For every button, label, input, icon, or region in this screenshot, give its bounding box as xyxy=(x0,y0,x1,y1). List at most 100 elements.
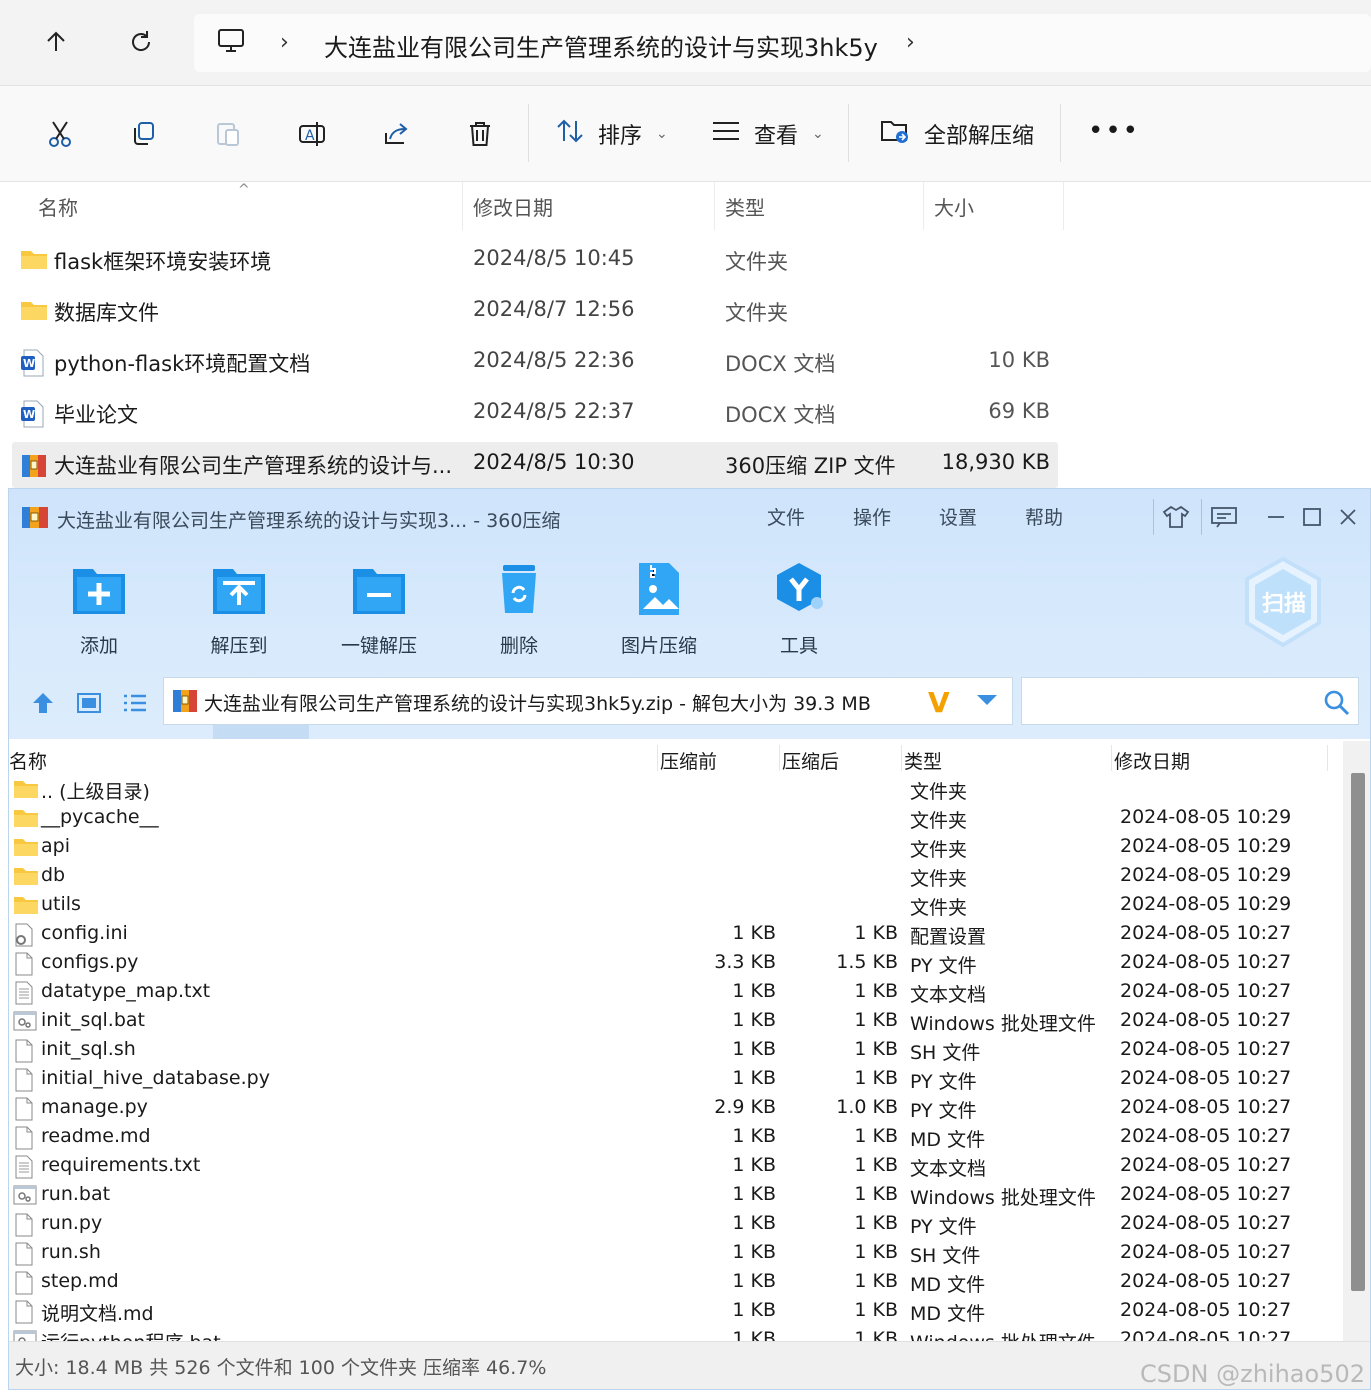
zip-file-name: datatype_map.txt xyxy=(41,980,211,1002)
breadcrumb-chevron-icon[interactable]: › xyxy=(280,30,289,55)
zip-file-row[interactable]: 说明文档.md 1 KB 1 KB MD 文件 2024-08-05 10:27 xyxy=(9,1297,1343,1326)
sort-ascending-icon: ^ xyxy=(238,182,250,198)
zip-file-type: Windows 批处理文件 xyxy=(910,1013,1096,1035)
file-row[interactable]: 数据库文件 2024/8/7 12:56 文件夹 xyxy=(12,289,1058,335)
toolbar-separator xyxy=(1060,104,1061,162)
zip-file-row[interactable]: run.py 1 KB 1 KB PY 文件 2024-08-05 10:27 xyxy=(9,1210,1343,1239)
zip-file-row[interactable]: manage.py 2.9 KB 1.0 KB PY 文件 2024-08-05 10:… xyxy=(9,1094,1343,1123)
zip-file-type: 配置设置 xyxy=(910,926,987,948)
sort-dropdown[interactable]: 排序 ⌄ xyxy=(556,116,668,152)
column-divider[interactable] xyxy=(462,182,463,230)
zip-file-size-before: 1 KB xyxy=(732,1212,776,1234)
zip-file-size-after: 1 KB xyxy=(854,1009,898,1031)
refresh-icon[interactable] xyxy=(121,22,161,62)
zip-file-type: PY 文件 xyxy=(910,1071,977,1093)
zip-file-size-after: 1 KB xyxy=(854,1241,898,1263)
zip-file-size-after: 1 KB xyxy=(854,1212,898,1234)
column-name[interactable]: 名称 xyxy=(38,192,78,221)
file-size: 10 KB xyxy=(988,348,1050,372)
zip-file-name: 运行python程序.bat xyxy=(41,1328,221,1341)
folder-icon xyxy=(20,247,48,275)
zip-file-name: run.bat xyxy=(41,1183,111,1205)
zip-file-row[interactable]: init_sql.bat 1 KB 1 KB Windows 批处理文件 2024-08… xyxy=(9,1007,1343,1036)
zip-file-size-before: 1 KB xyxy=(732,1241,776,1263)
rename-icon[interactable]: A xyxy=(292,114,332,154)
vertical-scrollbar[interactable] xyxy=(1343,741,1370,1341)
more-options-icon[interactable]: ••• xyxy=(1088,116,1140,146)
view-dropdown[interactable]: 查看 ⌄ xyxy=(712,116,824,152)
zip-file-size-after: 1 KB xyxy=(854,1067,898,1089)
zip-file-row[interactable]: utils 文件夹 2024-08-05 10:29 xyxy=(9,891,1343,920)
zip-file-row[interactable]: requirements.txt 1 KB 1 KB 文本文档 2024-08-05 1… xyxy=(9,1152,1343,1181)
zip-file-size-before: 2.9 KB xyxy=(714,1096,776,1118)
column-divider[interactable] xyxy=(1063,182,1064,230)
column-modified[interactable]: 修改日期 xyxy=(473,192,553,221)
zip-file-row[interactable]: readme.md 1 KB 1 KB MD 文件 2024-08-05 10:27 xyxy=(9,1123,1343,1152)
zip-file-row[interactable]: .. (上级目录) 文件夹 xyxy=(9,775,1343,804)
zip-file-row[interactable]: 运行python程序.bat 1 KB 1 KB Windows 批处理文件 2024-… xyxy=(9,1326,1343,1341)
zip-file-type: MD 文件 xyxy=(910,1129,986,1151)
breadcrumb-chevron-icon[interactable]: › xyxy=(906,30,915,55)
zip-file-row[interactable]: run.bat 1 KB 1 KB Windows 批处理文件 2024-08-05 1… xyxy=(9,1181,1343,1210)
zip-file-name: init_sql.bat xyxy=(41,1009,145,1031)
zip-file-name: manage.py xyxy=(41,1096,148,1118)
paste-icon[interactable] xyxy=(208,114,248,154)
file-name: 数据库文件 xyxy=(54,301,159,325)
zip-file-size-after: 1 KB xyxy=(854,1038,898,1060)
file-icon xyxy=(13,1097,35,1125)
zip-file-size-before: 1 KB xyxy=(732,1154,776,1176)
zip-file-modified: 2024-08-05 10:27 xyxy=(1120,1125,1292,1147)
zip-file-modified: 2024-08-05 10:27 xyxy=(1120,1154,1292,1176)
column-size[interactable]: 大小 xyxy=(934,192,974,221)
zip-file-row[interactable]: run.sh 1 KB 1 KB SH 文件 2024-08-05 10:27 xyxy=(9,1239,1343,1268)
breadcrumb-folder[interactable]: 大连盐业有限公司生产管理系统的设计与实现3hk5y xyxy=(324,28,878,63)
zip-file-row[interactable]: configs.py 3.3 KB 1.5 KB PY 文件 2024-08-05 10… xyxy=(9,949,1343,978)
zip-file-type: PY 文件 xyxy=(910,955,977,977)
zip-file-type: 文件夹 xyxy=(910,781,968,803)
extract-all-button[interactable]: 全部解压缩 xyxy=(880,116,1034,152)
zip-file-row[interactable]: config.ini 1 KB 1 KB 配置设置 2024-08-05 10:27 xyxy=(9,920,1343,949)
batch-file-icon xyxy=(13,1010,37,1036)
zip-file-modified: 2024-08-05 10:29 xyxy=(1120,806,1292,828)
column-type[interactable]: 类型 xyxy=(725,192,765,221)
zip-file-row[interactable]: step.md 1 KB 1 KB MD 文件 2024-08-05 10:27 xyxy=(9,1268,1343,1297)
column-divider[interactable] xyxy=(714,182,715,230)
zip-file-modified: 2024-08-05 10:29 xyxy=(1120,893,1292,915)
zip-file-name: run.py xyxy=(41,1212,103,1234)
zip-file-modified: 2024-08-05 10:27 xyxy=(1120,1328,1292,1341)
sort-label: 排序 xyxy=(598,124,643,149)
file-row[interactable]: W 毕业论文 2024/8/5 22:37 DOCX 文档 69 KB xyxy=(12,391,1058,437)
zip-file-row[interactable]: datatype_map.txt 1 KB 1 KB 文本文档 2024-08-05 1… xyxy=(9,978,1343,1007)
zip-file-row[interactable]: initial_hive_database.py 1 KB 1 KB PY 文件 202… xyxy=(9,1065,1343,1094)
text-file-icon xyxy=(13,1155,35,1183)
zip-file-name: configs.py xyxy=(41,951,139,973)
cut-icon[interactable] xyxy=(40,114,80,154)
zip-file-modified: 2024-08-05 10:27 xyxy=(1120,1212,1292,1234)
file-name: 大连盐业有限公司生产管理系统的设计与... xyxy=(54,454,453,478)
explorer-nav-bar: › 大连盐业有限公司生产管理系统的设计与实现3hk5y › xyxy=(0,0,1371,86)
file-row-selected[interactable]: 大连盐业有限公司生产管理系统的设计与... 2024/8/5 10:30 360… xyxy=(12,442,1058,488)
copy-icon[interactable] xyxy=(124,114,164,154)
zip-file-row[interactable]: __pycache__ 文件夹 2024-08-05 10:29 xyxy=(9,804,1343,833)
zip-file-list: .. (上级目录) 文件夹 __pycache__ 文件夹 2024-08-05 10:… xyxy=(9,489,1343,1341)
watermark: CSDN @zhihao502 xyxy=(1140,1360,1365,1388)
zip-file-size-after: 1 KB xyxy=(854,1328,898,1341)
this-pc-icon[interactable] xyxy=(216,26,246,60)
zip-archive-icon xyxy=(20,451,48,483)
address-bar[interactable]: › 大连盐业有限公司生产管理系统的设计与实现3hk5y › xyxy=(194,14,1371,72)
zip-file-row[interactable]: db 文件夹 2024-08-05 10:29 xyxy=(9,862,1343,891)
extract-all-label: 全部解压缩 xyxy=(924,124,1035,149)
file-row[interactable]: flask框架环境安装环境 2024/8/5 10:45 文件夹 xyxy=(12,238,1058,284)
up-arrow-icon[interactable] xyxy=(36,22,76,62)
column-divider[interactable] xyxy=(923,182,924,230)
folder-icon xyxy=(13,894,39,920)
zip-file-row[interactable]: init_sql.sh 1 KB 1 KB SH 文件 2024-08-05 10:27 xyxy=(9,1036,1343,1065)
file-row[interactable]: W python-flask环境配置文档 2024/8/5 22:36 DOCX… xyxy=(12,340,1058,386)
scrollbar-thumb[interactable] xyxy=(1351,773,1365,1291)
file-modified: 2024/8/5 22:36 xyxy=(473,348,635,372)
share-icon[interactable] xyxy=(376,114,416,154)
zip-file-row[interactable]: api 文件夹 2024-08-05 10:29 xyxy=(9,833,1343,862)
delete-icon[interactable] xyxy=(460,114,500,154)
zip-file-type: 文本文档 xyxy=(910,984,987,1006)
zip-file-type: 文件夹 xyxy=(910,868,968,890)
